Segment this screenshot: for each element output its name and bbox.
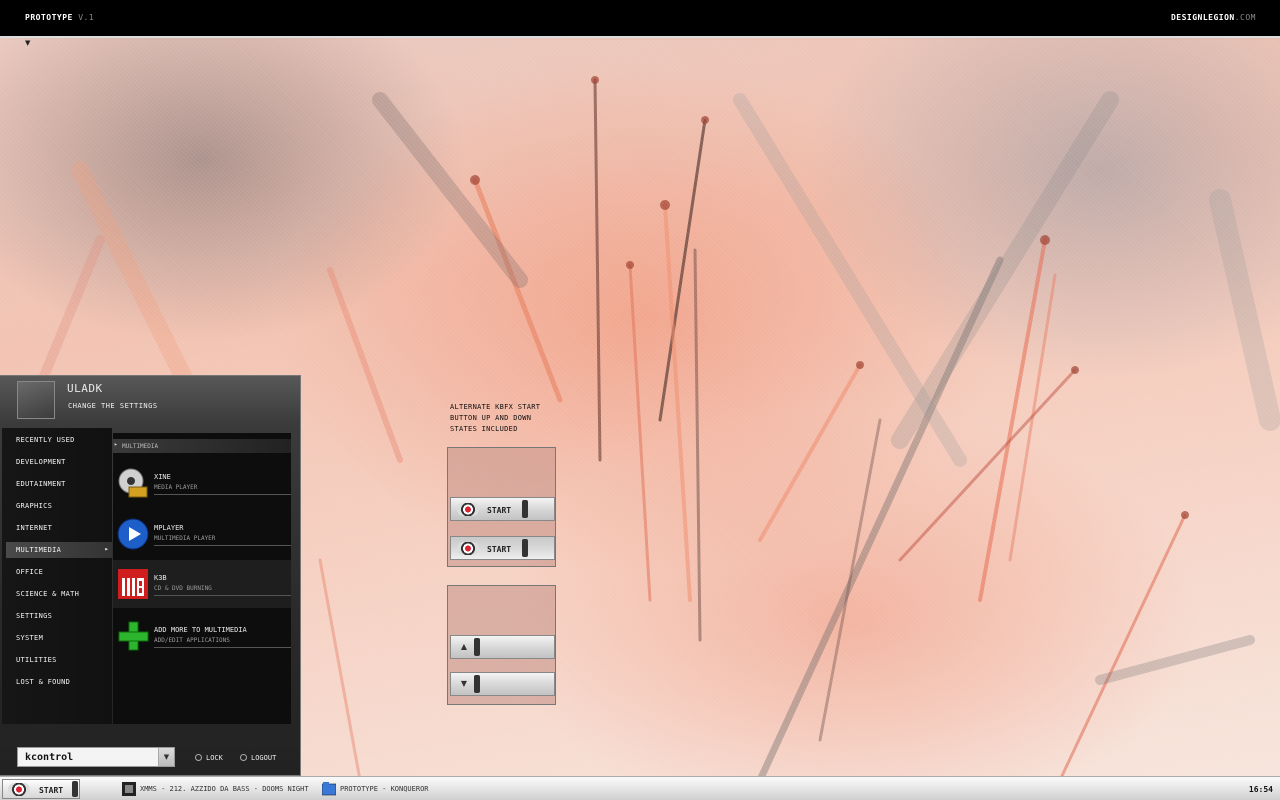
app-add-more[interactable]: ADD MORE TO MULTIMEDIA ADD/EDIT APPLICAT… — [113, 612, 291, 660]
start-label: START — [487, 545, 512, 554]
user-name: ULADK — [67, 382, 103, 395]
app-description: MULTIMEDIA PLAYER — [154, 535, 216, 542]
divider — [154, 595, 291, 596]
app-name: MPLAYER — [154, 524, 184, 532]
scroll-down-button[interactable]: ▼ — [450, 672, 555, 696]
chevron-up-icon: ▲ — [460, 642, 468, 651]
panel-title-version: V.1 — [78, 13, 95, 22]
app-description: CD & DVD BURNING — [154, 585, 212, 592]
task-label: PROTOTYPE - KONQUEROR — [340, 785, 429, 793]
note-line: ALTERNATE KBFX START — [450, 403, 541, 411]
start-button-down[interactable]: START — [450, 536, 555, 560]
logout-label: LOGOUT — [251, 754, 277, 762]
kbfx-note: ALTERNATE KBFX START BUTTON UP AND DOWN … — [450, 402, 560, 435]
app-k3b[interactable]: K3B CD & DVD BURNING — [113, 560, 291, 608]
category-list: RECENTLY USED DEVELOPMENT EDUTAINMENT GR… — [2, 428, 112, 724]
category-multimedia-label: MULTIMEDIA — [16, 546, 62, 554]
button-cap — [522, 539, 528, 557]
chevron-right-icon: ▸ — [114, 441, 118, 448]
category-utilities[interactable]: UTILITIES — [6, 652, 112, 668]
category-settings[interactable]: SETTINGS — [6, 608, 112, 624]
task-label: XMMS - 212. AZZIDO DA BASS - DOOMS NIGHT — [140, 785, 309, 793]
radio-icon — [240, 754, 247, 761]
category-graphics[interactable]: GRAPHICS — [6, 498, 112, 514]
category-multimedia[interactable]: MULTIMEDIA ▸ — [6, 542, 112, 558]
start-button[interactable]: START — [2, 779, 80, 799]
app-xine[interactable]: XINE MEDIA PLAYER — [113, 459, 291, 507]
xmms-icon — [122, 782, 136, 796]
button-cap — [72, 781, 78, 797]
app-description: ADD/EDIT APPLICATIONS — [154, 637, 230, 644]
k3b-icon — [118, 569, 148, 599]
scroll-up-button[interactable]: ▲ — [450, 635, 555, 659]
chevron-down-icon: ▼ — [460, 679, 468, 688]
panel-title-main: PROTOTYPE — [25, 13, 73, 22]
button-cap — [474, 675, 480, 693]
category-development[interactable]: DEVELOPMENT — [6, 454, 112, 470]
kbfx-start-menu: ULADK CHANGE THE SETTINGS RECENTLY USED … — [0, 375, 301, 776]
category-office[interactable]: OFFICE — [6, 564, 112, 580]
app-description: MEDIA PLAYER — [154, 484, 198, 491]
avatar[interactable] — [17, 381, 55, 419]
category-edutainment[interactable]: EDUTAINMENT — [6, 476, 112, 492]
note-line: BUTTON UP AND DOWN — [450, 414, 532, 422]
command-box: ▼ — [17, 747, 175, 767]
app-name: XINE — [154, 473, 171, 481]
app-name: K3B — [154, 574, 167, 582]
kbfx-logo-icon — [8, 783, 30, 796]
start-button-up[interactable]: START — [450, 497, 555, 521]
panel-brand-suffix: .COM — [1234, 13, 1256, 22]
divider — [154, 494, 291, 495]
start-button-preview: START START — [447, 447, 556, 567]
panel-title: PROTOTYPE V.1 — [25, 13, 94, 22]
change-settings-link[interactable]: CHANGE THE SETTINGS — [68, 402, 158, 410]
task-konqueror[interactable]: PROTOTYPE - KONQUEROR — [322, 781, 429, 797]
button-cap — [522, 500, 528, 518]
app-mplayer[interactable]: MPLAYER MULTIMEDIA PLAYER — [113, 510, 291, 558]
category-science-math[interactable]: SCIENCE & MATH — [6, 586, 112, 602]
start-label: START — [39, 786, 64, 795]
logout-button[interactable]: LOGOUT — [240, 754, 276, 762]
kbfx-logo-icon — [457, 503, 479, 516]
task-xmms[interactable]: XMMS - 212. AZZIDO DA BASS - DOOMS NIGHT — [122, 781, 309, 797]
category-lost-found[interactable]: LOST & FOUND — [6, 674, 112, 690]
mplayer-icon — [117, 518, 149, 550]
lock-label: LOCK — [206, 754, 223, 762]
add-icon — [118, 621, 149, 651]
app-name: ADD MORE TO MULTIMEDIA — [154, 626, 247, 634]
panel-brand: DESIGNLEGION.COM — [1171, 13, 1256, 22]
section-title: MULTIMEDIA — [122, 443, 159, 450]
lock-button[interactable]: LOCK — [195, 754, 223, 762]
divider — [154, 647, 291, 648]
category-internet[interactable]: INTERNET — [6, 520, 112, 536]
chevron-right-icon: ▸ — [104, 545, 109, 553]
button-cap — [474, 638, 480, 656]
start-label: START — [487, 506, 512, 515]
radio-icon — [195, 754, 202, 761]
panel-brand-main: DESIGNLEGION — [1170, 13, 1235, 22]
chevron-down-icon[interactable]: ▼ — [25, 39, 30, 47]
xine-icon — [118, 468, 148, 498]
command-input[interactable] — [18, 748, 158, 766]
top-panel: PROTOTYPE V.1 DESIGNLEGION.COM — [0, 0, 1280, 38]
kbfx-logo-icon — [457, 542, 479, 555]
application-list: ▸ MULTIMEDIA XINE MEDIA PLAYER MPLAYER M… — [113, 433, 291, 724]
section-header: ▸ MULTIMEDIA — [113, 439, 291, 453]
chevron-down-icon[interactable]: ▼ — [158, 748, 174, 766]
category-recently-used[interactable]: RECENTLY USED — [6, 432, 112, 448]
arrow-button-preview: ▲ ▼ — [447, 585, 556, 705]
konqueror-icon — [322, 782, 336, 796]
clock: 16:54 — [1248, 785, 1273, 794]
divider — [154, 545, 291, 546]
note-line: STATES INCLUDED — [450, 425, 518, 433]
category-system[interactable]: SYSTEM — [6, 630, 112, 646]
taskbar: START XMMS - 212. AZZIDO DA BASS - DOOMS… — [0, 776, 1280, 800]
